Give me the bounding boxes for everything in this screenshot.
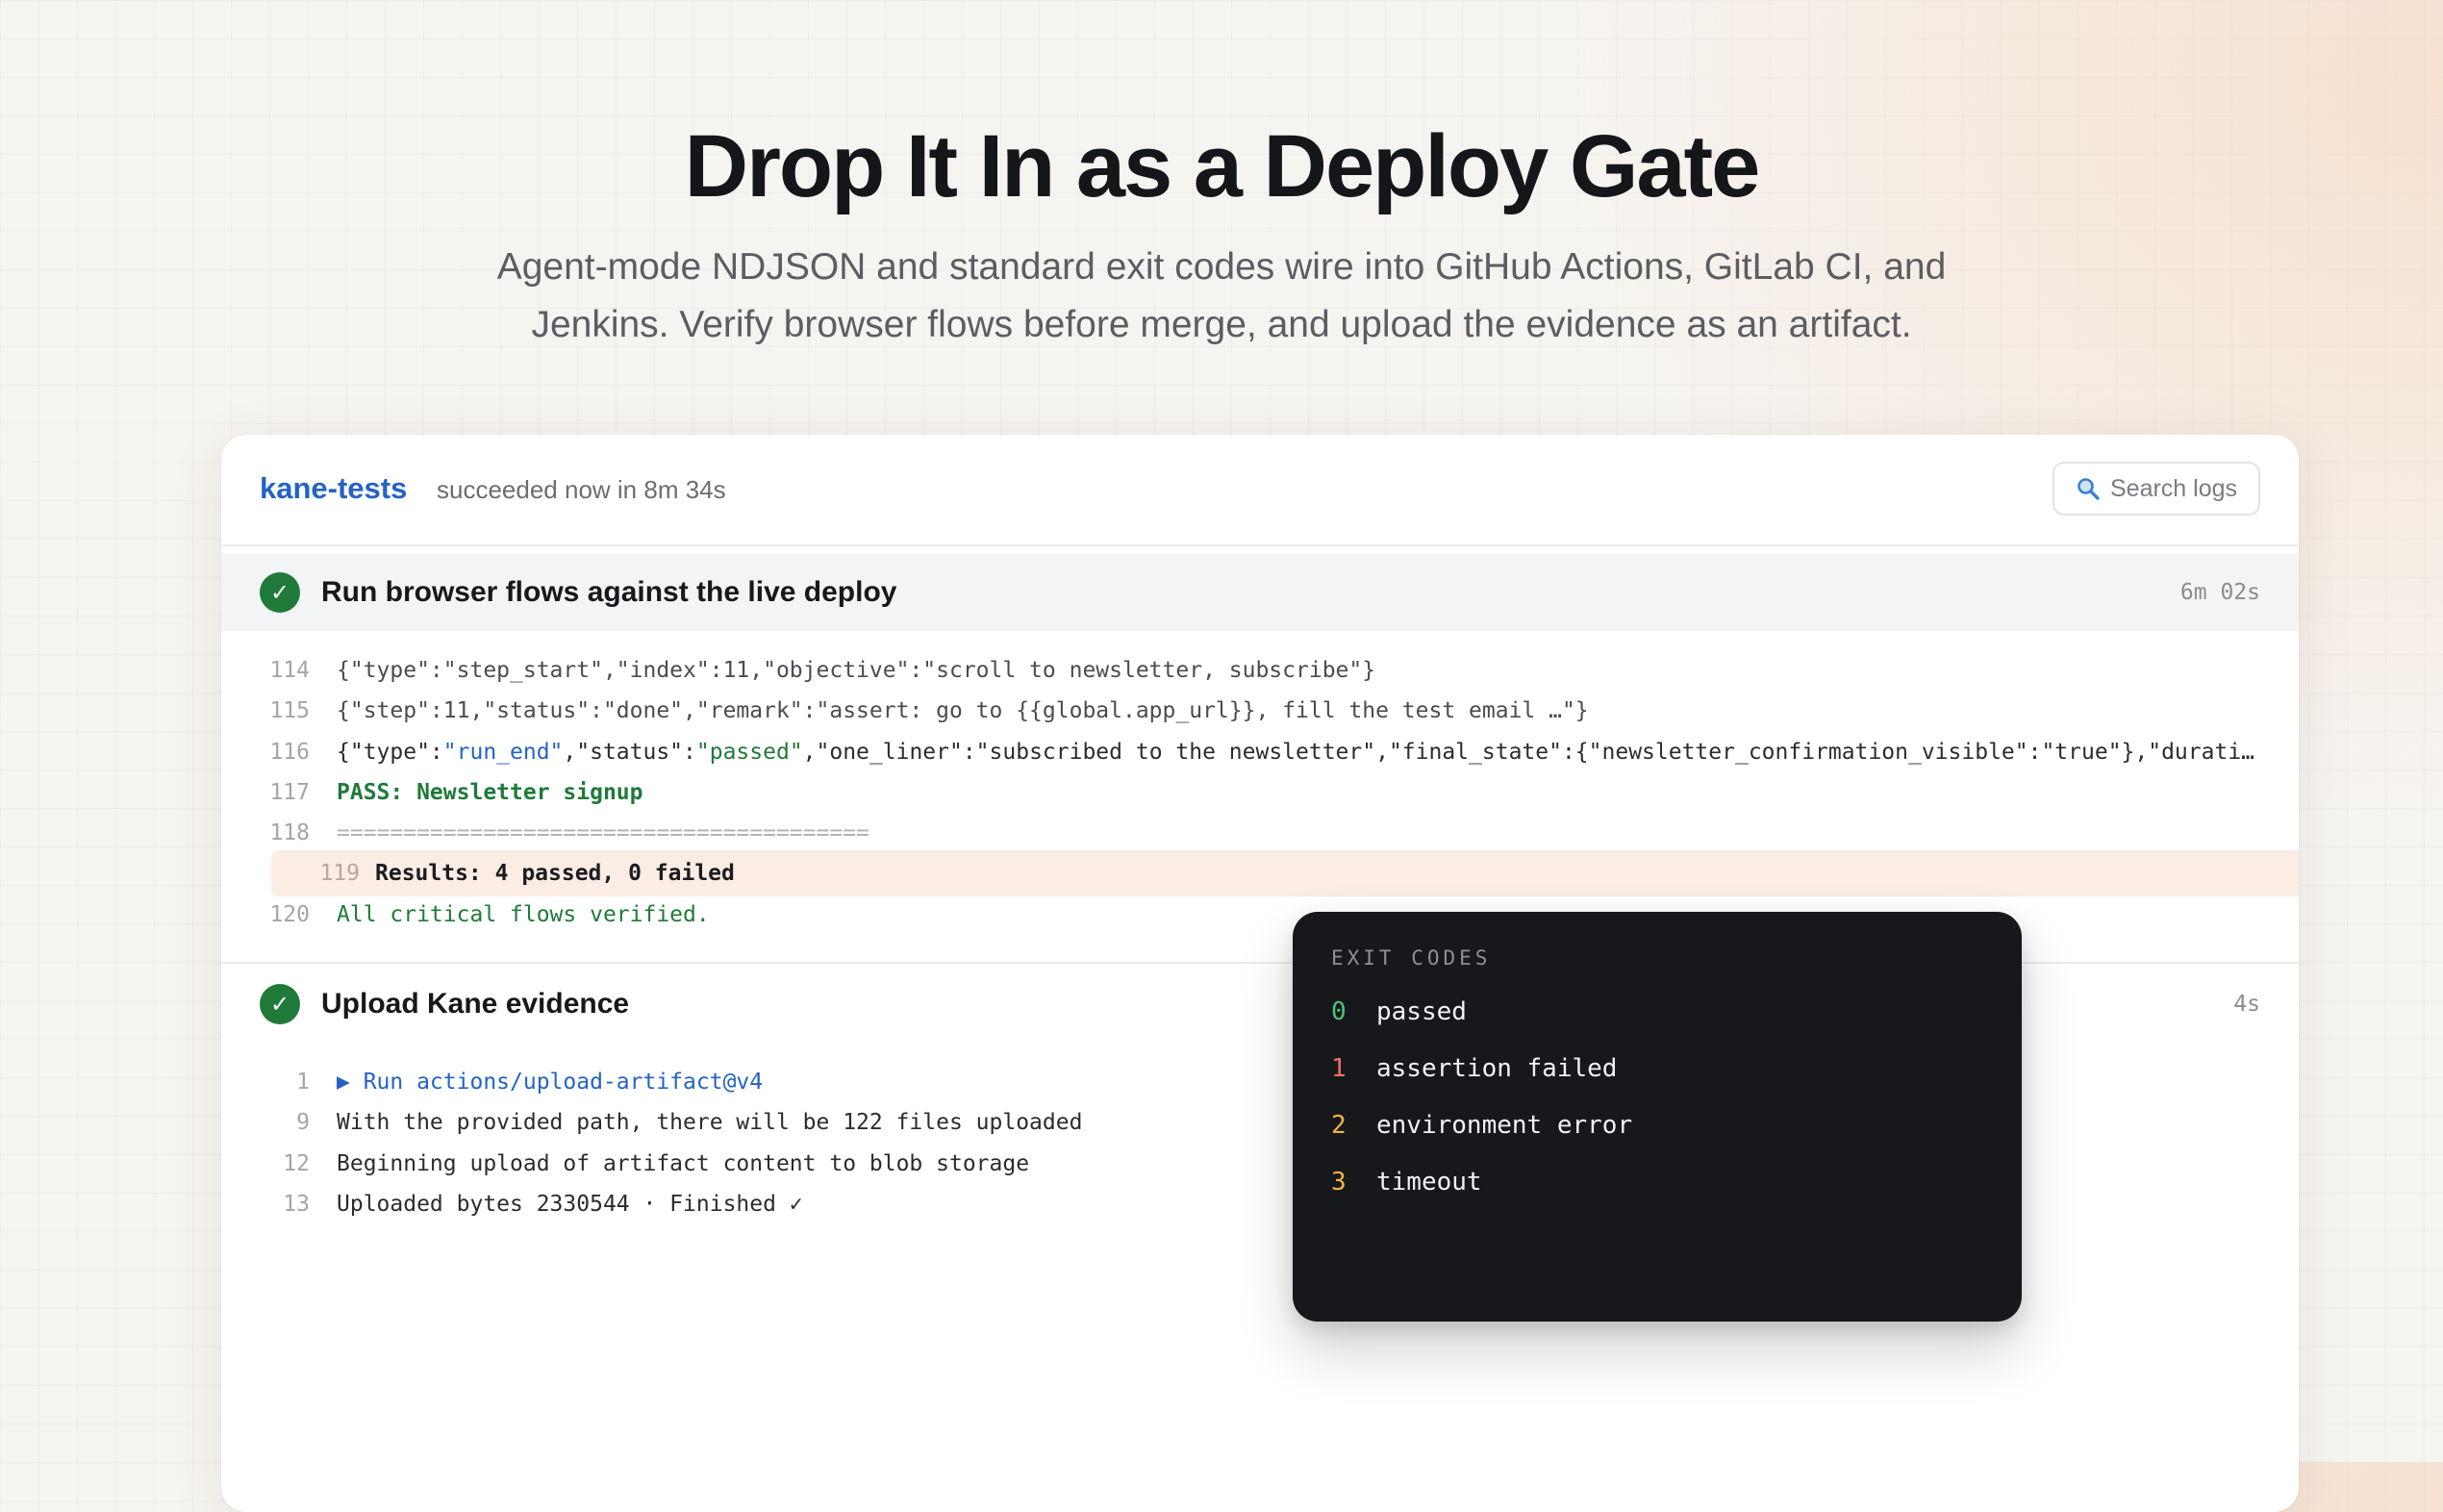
exit-code-label: timeout: [1376, 1168, 1482, 1197]
json-token: {"type":: [337, 740, 443, 765]
log-line: 117 PASS: Newsletter signup: [221, 772, 2299, 813]
line-text: Results: 4 passed, 0 failed: [375, 861, 735, 886]
step-run-browser-flows[interactable]: ✓ Run browser flows against the live dep…: [221, 554, 2299, 631]
exit-code-number: 2: [1331, 1111, 1347, 1140]
step-title: Run browser flows against the live deplo…: [321, 576, 897, 608]
line-number: 1: [296, 1070, 310, 1095]
line-number: 12: [283, 1151, 310, 1176]
exit-code-label: passed: [1376, 997, 1467, 1026]
step-title: Upload Kane evidence: [321, 988, 630, 1020]
exit-code-number: 3: [1331, 1168, 1347, 1197]
log-line: 114 {"type":"step_start","index":11,"obj…: [221, 650, 2299, 691]
search-icon: [2076, 476, 2101, 501]
line-text: {"type":"run_end","status":"passed","one…: [337, 732, 2260, 772]
job-status: succeeded now in 8m 34s: [437, 475, 726, 504]
exit-code-label: assertion failed: [1376, 1054, 1618, 1083]
exit-code-number: 1: [1331, 1054, 1347, 1083]
line-number: 13: [283, 1192, 310, 1217]
exit-code-row: 0 passed: [1331, 993, 1467, 1031]
exit-codes-card: EXIT CODES 0 passed 1 assertion failed 2 en…: [1293, 912, 2022, 1322]
line-number: 117: [269, 780, 310, 805]
log-line: 115 {"step":11,"status":"done","remark":…: [221, 691, 2299, 731]
success-check-icon: ✓: [260, 984, 300, 1024]
success-check-icon: ✓: [260, 572, 300, 613]
page-title: Drop It In as a Deploy Gate: [684, 117, 1761, 215]
line-number: 114: [269, 658, 310, 683]
line-number: 119: [319, 861, 360, 886]
line-number: 116: [269, 740, 310, 765]
exit-codes-title: EXIT CODES: [1331, 946, 1492, 970]
line-number: 120: [269, 902, 310, 927]
highlighted-row: 119 Results: 4 passed, 0 failed: [271, 850, 2299, 896]
line-text: ========================================: [337, 820, 869, 845]
page-subtitle: Agent-mode NDJSON and standard exit code…: [496, 246, 1947, 345]
json-token-type: "run_end": [442, 740, 564, 765]
step-duration: 6m 02s: [2179, 580, 2260, 605]
line-text: PASS: Newsletter signup: [337, 780, 643, 805]
job-header: kane-tests succeeded now in 8m 34s Searc…: [221, 435, 2299, 546]
exit-code-number: 0: [1331, 997, 1347, 1026]
json-token: ,"one_liner":"subscribed to the newslett…: [802, 740, 2260, 765]
line-number: 118: [269, 820, 310, 845]
exit-code-row: 1 assertion failed: [1331, 1049, 1617, 1088]
exit-code-label: environment error: [1376, 1111, 1633, 1140]
line-text: {"step":11,"status":"done","remark":"ass…: [337, 698, 1589, 723]
json-token: ,"status":: [563, 740, 696, 765]
log-line: 118 ====================================…: [221, 813, 2299, 853]
exit-code-row: 3 timeout: [1331, 1163, 1482, 1201]
log-line: 116 {"type":"run_end","status":"passed",…: [221, 732, 2299, 772]
line-number: 115: [269, 698, 310, 723]
line-text: {"type":"step_start","index":11,"objecti…: [337, 658, 1376, 683]
search-logs-label: Search logs: [2109, 474, 2238, 502]
job-name-link[interactable]: kane-tests: [260, 469, 407, 508]
exit-code-row: 2 environment error: [1331, 1106, 1632, 1145]
search-logs-button[interactable]: Search logs: [2053, 462, 2260, 516]
line-number: 9: [296, 1110, 310, 1135]
json-token-status: "passed": [695, 740, 803, 765]
step-duration: 4s: [2233, 992, 2260, 1017]
log-line-highlighted: 119 Results: 4 passed, 0 failed: [221, 850, 2299, 896]
